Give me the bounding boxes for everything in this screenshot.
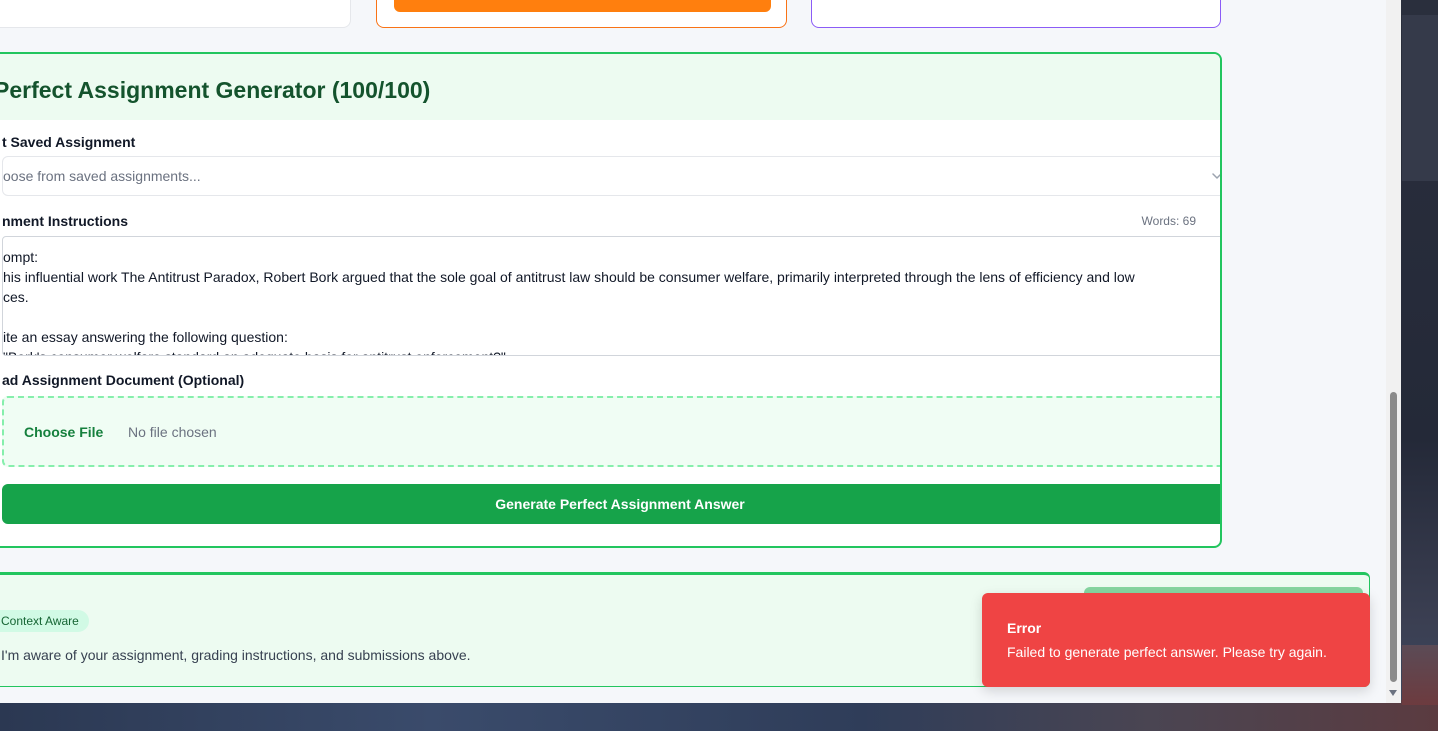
choose-file-button[interactable]: Choose File bbox=[24, 424, 103, 440]
assignment-generator-panel: Perfect Assignment Generator (100/100) t… bbox=[0, 52, 1222, 548]
chevron-down-icon bbox=[1212, 173, 1220, 179]
context-aware-badge: Context Aware bbox=[0, 610, 89, 632]
generate-answer-button[interactable]: Generate Perfect Assignment Answer bbox=[2, 484, 1220, 524]
desktop-window-strip bbox=[1402, 15, 1438, 181]
saved-assignment-placeholder: oose from saved assignments... bbox=[3, 168, 201, 184]
desktop-wallpaper-bottom bbox=[0, 700, 1438, 731]
top-card-right bbox=[811, 0, 1221, 28]
chat-message: I'm aware of your assignment, grading in… bbox=[1, 647, 471, 663]
generator-title: Perfect Assignment Generator (100/100) bbox=[0, 76, 431, 103]
orange-action-button[interactable] bbox=[394, 0, 771, 12]
top-card-middle bbox=[376, 0, 787, 28]
error-toast[interactable]: Error Failed to generate perfect answer.… bbox=[982, 593, 1370, 687]
saved-assignment-label: t Saved Assignment bbox=[2, 134, 136, 150]
instructions-label: nment Instructions bbox=[2, 213, 129, 229]
file-upload-zone[interactable]: Choose File No file chosen bbox=[2, 396, 1220, 467]
top-card-left bbox=[0, 0, 351, 28]
toast-title: Error bbox=[1007, 620, 1042, 636]
instructions-textarea[interactable]: ompt: his influential work The Antitrust… bbox=[2, 236, 1222, 356]
page-scrollbar[interactable] bbox=[1386, 0, 1401, 703]
no-file-status: No file chosen bbox=[128, 424, 217, 440]
browser-viewport: Perfect Assignment Generator (100/100) t… bbox=[0, 0, 1401, 703]
upload-label: ad Assignment Document (Optional) bbox=[2, 372, 245, 388]
textarea-scrollbar[interactable] bbox=[1220, 237, 1222, 355]
desktop-wallpaper-corner bbox=[1402, 645, 1438, 705]
instructions-text: ompt: his influential work The Antitrust… bbox=[3, 249, 1135, 355]
page-scroll-thumb[interactable] bbox=[1390, 392, 1397, 682]
toast-message: Failed to generate perfect answer. Pleas… bbox=[1007, 644, 1327, 660]
saved-assignment-select[interactable]: oose from saved assignments... bbox=[2, 156, 1220, 196]
page-scroll-down-icon[interactable] bbox=[1389, 690, 1397, 696]
generator-header: Perfect Assignment Generator (100/100) bbox=[0, 54, 1220, 120]
word-count: Words: 69 bbox=[1141, 214, 1196, 228]
